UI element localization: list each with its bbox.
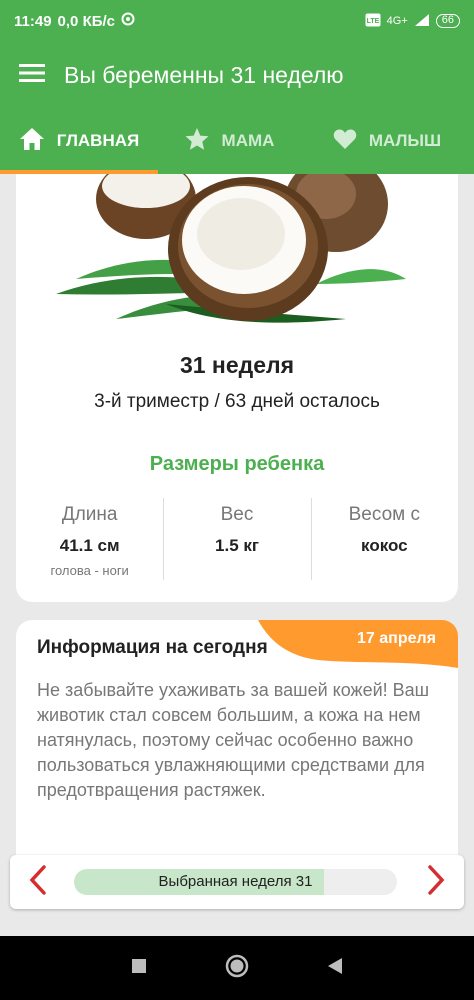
svg-text:LTE: LTE [366, 18, 379, 25]
home-button[interactable] [188, 936, 286, 1000]
chevron-left-icon [29, 864, 47, 900]
info-card: 17 апреля Информация на сегодня Не забыв… [16, 620, 458, 860]
recents-button[interactable] [90, 936, 188, 1000]
baby-sizes-title: Размеры ребенка [149, 453, 325, 475]
previous-week-button[interactable] [16, 855, 60, 909]
date-badge: 17 апреля [258, 620, 458, 668]
menu-button[interactable] [0, 42, 64, 108]
tab-home[interactable]: ГЛАВНАЯ [0, 108, 158, 174]
week-progress-bar: Выбранная неделя 31 [74, 869, 397, 895]
hotspot-icon [121, 12, 135, 30]
stat-length: Длина 41.1 см голова - ноги [16, 498, 163, 580]
tab-home-label: ГЛАВНАЯ [56, 131, 140, 150]
circle-home-icon [224, 953, 250, 984]
page-title: Вы беременны 31 неделю [64, 61, 344, 88]
tab-baby-label: МАЛЫШ [368, 131, 442, 150]
heart-icon [333, 128, 357, 155]
tab-mom[interactable]: МАМА [158, 108, 300, 174]
star-icon [184, 127, 210, 156]
network-type: 4G+ [386, 15, 408, 27]
week-subtitle: 3-й триместр / 63 дней осталось [94, 391, 380, 412]
selected-week-label: Выбранная неделя 31 [158, 873, 313, 890]
back-button[interactable] [286, 936, 384, 1000]
status-data-speed: 0,0 КБ/с [57, 12, 116, 30]
back-triangle-icon [327, 957, 343, 980]
battery-indicator: 66 [435, 14, 460, 28]
hamburger-menu-icon [19, 63, 45, 88]
status-bar: 11:49 0,0 КБ/с LTE 4G+ 66 [0, 0, 474, 42]
stat-note: голова - ноги [50, 563, 129, 578]
week-title: 31 неделя [179, 352, 295, 378]
tab-baby[interactable]: МАЛЫШ [300, 108, 474, 174]
stat-compare: Весом с кокос [310, 498, 458, 580]
stat-label: Вес [220, 504, 254, 525]
app-bar: Вы беременны 31 неделю [0, 42, 474, 108]
baby-stats: Длина 41.1 см голова - ноги Вес 1.5 кг В… [16, 498, 458, 580]
stat-label: Длина [61, 504, 118, 525]
stat-label: Весом с [348, 504, 420, 525]
chevron-right-icon [427, 864, 445, 900]
tab-bar: ГЛАВНАЯ МАМА МАЛЫШ [0, 108, 474, 174]
square-icon [131, 958, 147, 979]
week-card: 31 неделя 3-й триместр / 63 дней осталос… [16, 174, 458, 602]
stat-value: кокос [361, 536, 408, 555]
stat-value: 41.1 см [59, 536, 120, 555]
volte-icon: LTE [365, 13, 381, 30]
tab-mom-label: МАМА [221, 131, 275, 150]
date-label: 17 апреля [357, 630, 436, 647]
signal-icon [414, 13, 430, 30]
home-icon [19, 127, 45, 156]
system-nav-bar [0, 936, 474, 1000]
week-selector: Выбранная неделя 31 [10, 855, 464, 909]
stat-value: 1.5 кг [215, 536, 259, 555]
info-text: Не забывайте ухаживать за вашей кожей! В… [37, 680, 430, 800]
stat-weight: Вес 1.5 кг [163, 498, 310, 580]
next-week-button[interactable] [414, 855, 458, 909]
status-time: 11:49 [14, 12, 52, 30]
info-title: Информация на сегодня [37, 637, 268, 658]
coconut-image [16, 174, 458, 339]
